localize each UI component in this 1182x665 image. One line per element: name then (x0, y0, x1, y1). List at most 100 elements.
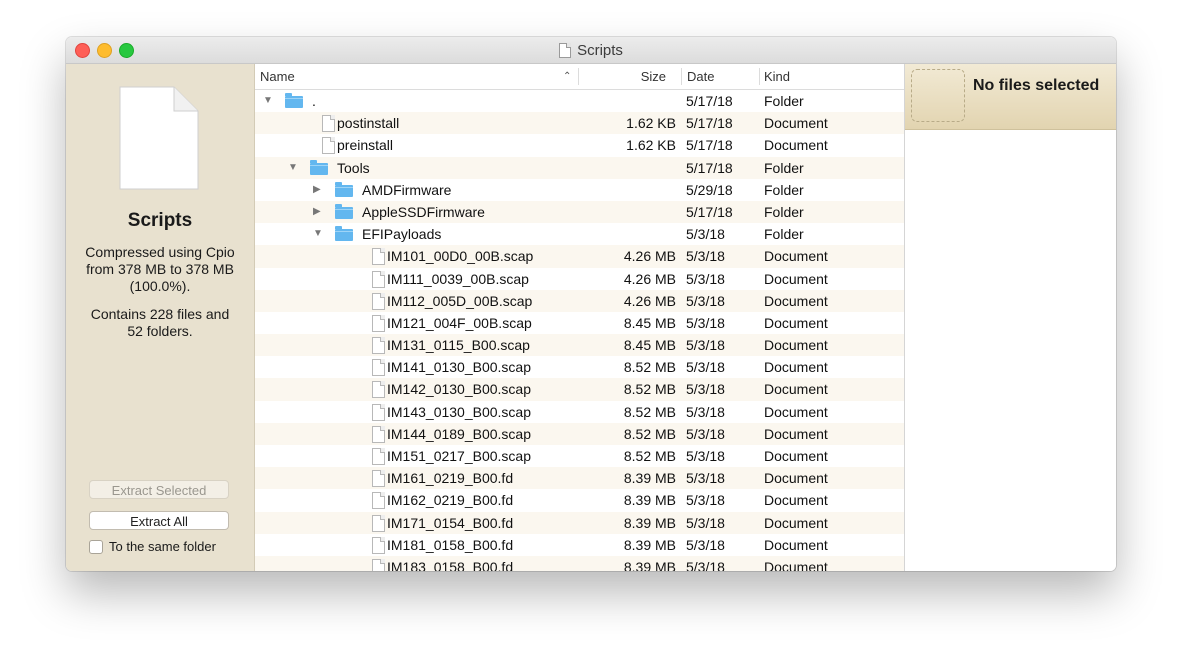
file-kind: Document (764, 359, 828, 376)
table-row[interactable]: postinstall 1.62 KB 5/17/18 Document (255, 112, 904, 135)
disclosure-closed-icon[interactable]: ▶ (313, 179, 321, 201)
folder-icon (335, 226, 353, 242)
table-row[interactable]: ▶ AppleSSDFirmware 5/17/18 Folder (255, 200, 904, 224)
table-row[interactable]: IM141_0130_B00.scap 8.52 MB 5/3/18 Document (255, 356, 904, 378)
file-icon (372, 381, 385, 399)
table-row[interactable]: IM121_004F_00B.scap 8.45 MB 5/3/18 Document (255, 312, 904, 334)
archive-name: Scripts (127, 210, 193, 231)
table-row[interactable]: ▼. 5/17/18 Folder (255, 90, 904, 112)
file-name: IM151_0217_B00.scap (387, 448, 531, 464)
compression-ratio: (100.0%). (129, 278, 191, 294)
file-date: 5/3/18 (686, 470, 725, 487)
folder-icon (335, 203, 353, 219)
table-row[interactable]: IM171_0154_B00.fd 8.39 MB 5/3/18 Document (255, 511, 904, 534)
file-size: 8.39 MB (623, 492, 676, 509)
table-row[interactable]: IM142_0130_B00.scap 8.52 MB 5/3/18 Document (255, 378, 904, 401)
file-date: 5/3/18 (686, 492, 725, 509)
file-kind: Document (764, 403, 828, 420)
file-date: 5/3/18 (686, 226, 725, 243)
sort-ascending-icon[interactable]: ⌃ (563, 64, 571, 89)
table-row[interactable]: IM162_0219_B00.fd 8.39 MB 5/3/18 Document (255, 489, 904, 511)
file-icon (372, 448, 385, 465)
title-bar: Scripts (66, 37, 1116, 64)
table-row[interactable]: IM161_0219_B00.fd 8.39 MB 5/3/18 Document (255, 467, 904, 490)
file-name: EFIPayloads (362, 226, 442, 243)
file-size: 8.39 MB (623, 558, 676, 571)
file-size: 8.39 MB (623, 514, 676, 531)
file-kind: Document (764, 514, 828, 531)
file-date: 5/3/18 (686, 359, 725, 376)
disclosure-open-icon[interactable]: ▼ (263, 90, 273, 112)
table-row[interactable]: IM101_00D0_00B.scap 4.26 MB 5/3/18 Document (255, 245, 904, 268)
file-list[interactable]: Name ⌃ Size Date Kind ▼. 5/17/18 Folder pos… (255, 64, 904, 571)
table-row[interactable]: IM131_0115_B00.scap 8.45 MB 5/3/18 Document (255, 334, 904, 357)
file-date: 5/3/18 (686, 425, 725, 442)
file-kind: Document (764, 558, 828, 571)
file-date: 5/3/18 (686, 248, 725, 265)
table-row[interactable]: IM112_005D_00B.scap 4.26 MB 5/3/18 Document (255, 289, 904, 312)
table-row[interactable]: ▶ AMDFirmware 5/29/18 Folder (255, 179, 904, 201)
file-date: 5/3/18 (686, 270, 725, 287)
file-date: 5/17/18 (686, 115, 733, 132)
file-name: preinstall (337, 137, 394, 154)
compression-method: Compressed using Cpio (85, 244, 235, 260)
file-size: 4.26 MB (623, 270, 676, 287)
same-folder-option[interactable]: To the same folder (89, 539, 216, 554)
extract-all-button[interactable]: Extract All (89, 511, 229, 530)
table-row[interactable]: IM143_0130_B00.scap 8.52 MB 5/3/18 Document (255, 401, 904, 423)
table-row[interactable]: ▼ EFIPayloads 5/3/18 Folder (255, 223, 904, 245)
file-name: IM161_0219_B00.fd (387, 470, 514, 487)
file-date: 5/3/18 (686, 381, 725, 398)
preview-pane: No files selected (904, 64, 1116, 571)
file-size: 8.45 MB (623, 314, 676, 331)
archive-info-sidebar: Scripts Compressed using Cpio from 378 M… (66, 64, 255, 571)
file-icon (372, 558, 385, 571)
same-folder-label: To the same folder (109, 539, 216, 554)
contents-files: Contains 228 files and (90, 306, 230, 322)
file-date: 5/17/18 (686, 159, 733, 176)
table-row[interactable]: IM183_0158_B00.fd 8.39 MB 5/3/18 Document (255, 555, 904, 571)
file-date: 5/17/18 (686, 203, 733, 220)
file-name: IM101_00D0_00B.scap (387, 248, 534, 265)
file-name: IM181_0158_B00.fd (387, 536, 514, 553)
extract-selected-button[interactable]: Extract Selected (89, 480, 229, 499)
column-size[interactable]: Size (641, 64, 666, 89)
archive-window: Scripts Scripts Compressed using Cpio fr… (66, 37, 1116, 571)
file-size: 8.52 MB (623, 359, 676, 376)
preview-title: No files selected (973, 77, 1100, 94)
file-icon (372, 425, 385, 443)
file-size: 8.39 MB (623, 536, 676, 553)
file-icon (372, 536, 385, 554)
table-row[interactable]: preinstall 1.62 KB 5/17/18 Document (255, 134, 904, 156)
file-date: 5/29/18 (686, 181, 733, 198)
window-title: Scripts (577, 41, 623, 59)
file-kind: Folder (764, 226, 804, 243)
file-kind: Document (764, 381, 828, 398)
file-name: Tools (337, 159, 370, 176)
column-date[interactable]: Date (687, 64, 714, 89)
disclosure-closed-icon[interactable]: ▶ (313, 201, 321, 223)
table-row[interactable]: ▼ Tools 5/17/18 Folder (255, 156, 904, 179)
file-name: IM143_0130_B00.scap (387, 403, 531, 420)
file-date: 5/3/18 (686, 403, 725, 420)
file-name: IM131_0115_B00.scap (387, 337, 530, 354)
disclosure-open-icon[interactable]: ▼ (288, 157, 298, 179)
file-kind: Document (764, 536, 828, 553)
table-row[interactable]: IM111_0039_00B.scap 4.26 MB 5/3/18 Document (255, 268, 904, 290)
disclosure-open-icon[interactable]: ▼ (313, 223, 323, 245)
file-kind: Folder (764, 203, 804, 220)
contents-folders: 52 folders. (127, 323, 193, 339)
same-folder-checkbox[interactable] (89, 539, 103, 554)
column-header: Name ⌃ Size Date Kind (255, 64, 904, 90)
table-row[interactable]: IM151_0217_B00.scap 8.52 MB 5/3/18 Document (255, 445, 904, 467)
column-name[interactable]: Name (260, 64, 295, 89)
file-name: IM141_0130_B00.scap (387, 359, 531, 376)
table-row[interactable]: IM144_0189_B00.scap 8.52 MB 5/3/18 Document (255, 422, 904, 445)
file-size: 8.52 MB (623, 448, 676, 464)
file-size: 8.52 MB (623, 425, 676, 442)
file-kind: Folder (764, 93, 804, 109)
file-kind: Document (764, 270, 828, 287)
table-row[interactable]: IM181_0158_B00.fd 8.39 MB 5/3/18 Document (255, 534, 904, 556)
column-kind[interactable]: Kind (764, 64, 790, 89)
preview-header: No files selected (905, 64, 1116, 130)
